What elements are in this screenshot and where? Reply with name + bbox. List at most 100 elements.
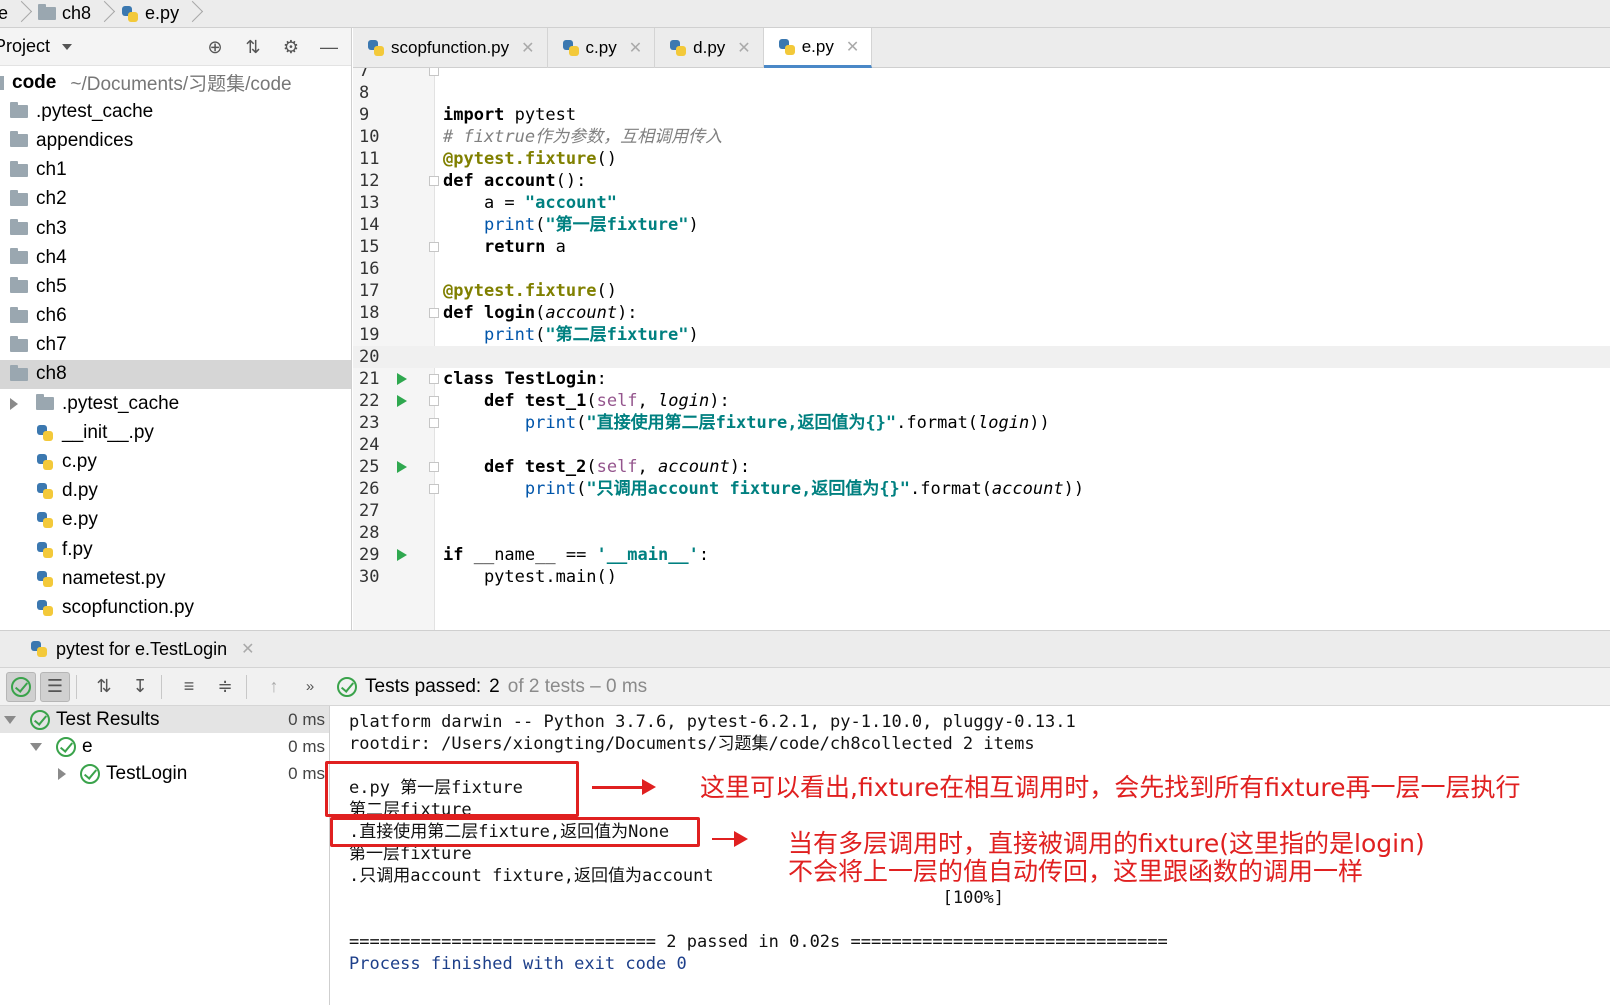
collapse-all-icon[interactable]: ⇅: [241, 36, 265, 58]
collapse-all-icon[interactable]: ≑: [210, 672, 240, 702]
tree-item-c-py[interactable]: c.py: [0, 447, 351, 476]
chevron-right-icon[interactable]: [58, 767, 66, 780]
project-view-selector[interactable]: Project: [0, 36, 50, 57]
close-icon[interactable]: ✕: [846, 37, 859, 57]
breadcrumb-item-ch8[interactable]: ch8: [32, 0, 97, 28]
run-gutter-icon[interactable]: [397, 373, 407, 385]
tree-item-init-py[interactable]: __init__.py: [0, 418, 351, 447]
code-line[interactable]: 24: [353, 434, 1610, 456]
run-gutter-icon[interactable]: [397, 395, 407, 407]
breadcrumb-item-e-py[interactable]: e.py: [115, 0, 185, 28]
tab-c-py[interactable]: c.py ✕: [548, 28, 656, 68]
code-line[interactable]: 29 if __name__ == '__main__':: [353, 544, 1610, 566]
chevron-right-icon[interactable]: [10, 397, 18, 410]
tree-item-ch1[interactable]: ch1: [0, 156, 351, 185]
code-line[interactable]: 17 @pytest.fixture(): [353, 280, 1610, 302]
code-line[interactable]: 11 @pytest.fixture(): [353, 148, 1610, 170]
hide-icon[interactable]: —: [317, 36, 341, 58]
previous-failed-icon[interactable]: ↑: [259, 672, 289, 702]
tab-scopfunction-py[interactable]: scopfunction.py ✕: [353, 28, 548, 68]
tree-item-nametest-py[interactable]: nametest.py: [0, 564, 351, 593]
code-line[interactable]: 28: [353, 522, 1610, 544]
tree-item-appendices[interactable]: appendices: [0, 126, 351, 155]
code-line[interactable]: 23 print("直接使用第二层fixture,返回值为{}".format(…: [353, 412, 1610, 434]
code-line[interactable]: 16: [353, 258, 1610, 280]
code-line[interactable]: 30 pytest.main(): [353, 566, 1610, 588]
fold-marker-icon[interactable]: [429, 308, 439, 318]
code-text: print("只调用account fixture,返回值为{}".format…: [524, 479, 1085, 499]
results-row-e[interactable]: e 0 ms: [0, 733, 329, 760]
code-line[interactable]: 18 def login(account):: [353, 302, 1610, 324]
fold-marker-icon[interactable]: [429, 176, 439, 186]
code-line[interactable]: 9 import pytest: [353, 104, 1610, 126]
annotation-note-2-line-2: 不会将上一层的值自动传回，这里跟函数的调用一样: [788, 857, 1364, 886]
tree-item-ch2[interactable]: ch2: [0, 185, 351, 214]
tree-item-ch6[interactable]: ch6: [0, 302, 351, 331]
fold-marker-icon[interactable]: [429, 68, 439, 76]
show-ignored-button[interactable]: ☰: [40, 671, 70, 702]
chevron-down-icon[interactable]: [4, 715, 16, 724]
close-icon[interactable]: ✕: [241, 639, 254, 659]
fold-marker-icon[interactable]: [429, 462, 439, 472]
code-editor[interactable]: 7 8 9 import pytest 10 # fixtrue作为参数，互相调用传入 11…: [353, 68, 1610, 630]
code-line[interactable]: 8: [353, 82, 1610, 104]
code-line[interactable]: 15 return a: [353, 236, 1610, 258]
code-line[interactable]: 14 print("第一层fixture"): [353, 214, 1610, 236]
tree-item-ch3[interactable]: ch3: [0, 214, 351, 243]
code-line[interactable]: 19 print("第二层fixture"): [353, 324, 1610, 346]
tab-d-py[interactable]: d.py ✕: [655, 28, 764, 68]
sort-alphabetically-icon[interactable]: ⇅: [89, 672, 119, 702]
code-line[interactable]: 21 class TestLogin:: [353, 368, 1610, 390]
tree-root-code[interactable]: code ~/Documents/习题集/code: [0, 68, 351, 97]
folder-icon: [0, 75, 4, 90]
results-row-root[interactable]: Test Results 0 ms: [0, 706, 329, 733]
expand-all-icon[interactable]: ≡: [174, 672, 204, 702]
tree-item-pytest-cache[interactable]: .pytest_cache: [0, 389, 351, 418]
sort-by-duration-icon[interactable]: ↧: [125, 672, 155, 702]
fold-marker-icon[interactable]: [429, 418, 439, 428]
chevron-down-icon[interactable]: [62, 43, 73, 50]
fold-marker-icon[interactable]: [429, 242, 439, 252]
tree-item-ch5[interactable]: ch5: [0, 272, 351, 301]
code-line[interactable]: 10 # fixtrue作为参数，互相调用传入: [353, 126, 1610, 148]
close-icon[interactable]: ✕: [521, 38, 534, 58]
tree-item-ch8[interactable]: ch8: [0, 359, 351, 390]
code-line[interactable]: 7: [353, 68, 1610, 82]
tree-item-pytest-cache[interactable]: .pytest_cache: [0, 97, 351, 126]
line-number: 21: [359, 369, 380, 389]
code-line[interactable]: 22 def test_1(self, login):: [353, 390, 1610, 412]
more-icon[interactable]: »: [295, 672, 325, 702]
close-icon[interactable]: ✕: [629, 38, 642, 58]
test-results-tree: Test Results 0 ms e 0 ms TestLogin 0 ms: [0, 706, 330, 1005]
fold-marker-icon[interactable]: [429, 374, 439, 384]
code-line[interactable]: 12 def account():: [353, 170, 1610, 192]
tree-item-f-py[interactable]: f.py: [0, 535, 351, 564]
gear-icon[interactable]: ⚙: [279, 36, 303, 58]
close-icon[interactable]: ✕: [737, 38, 750, 58]
code-line[interactable]: 25 def test_2(self, account):: [353, 456, 1610, 478]
tree-item-e-py[interactable]: e.py: [0, 506, 351, 535]
tree-item-d-py[interactable]: d.py: [0, 477, 351, 506]
run-tab[interactable]: pytest for e.TestLogin ✕: [0, 639, 255, 660]
locate-icon[interactable]: ⊕: [203, 36, 227, 58]
show-passed-button[interactable]: [6, 671, 36, 702]
tree-item-ch7[interactable]: ch7: [0, 331, 351, 360]
code-line[interactable]: 27: [353, 500, 1610, 522]
tree-item-scopfunction-py[interactable]: scopfunction.py: [0, 593, 351, 622]
chevron-down-icon[interactable]: [30, 742, 42, 751]
tree-item-label: appendices: [36, 129, 134, 151]
fold-marker-icon[interactable]: [429, 396, 439, 406]
results-row-testlogin[interactable]: TestLogin 0 ms: [0, 760, 329, 787]
console-line: Process finished with exit code 0: [349, 954, 687, 974]
code-line[interactable]: 20: [353, 346, 1610, 368]
annotation-arrow: [712, 831, 748, 847]
code-line[interactable]: 13 a = "account": [353, 192, 1610, 214]
code-line[interactable]: 26 print("只调用account fixture,返回值为{}".for…: [353, 478, 1610, 500]
run-gutter-icon[interactable]: [397, 549, 407, 561]
tree-item-ch4[interactable]: ch4: [0, 243, 351, 272]
run-panel-tabbar: pytest for e.TestLogin ✕: [0, 630, 1610, 668]
run-gutter-icon[interactable]: [397, 461, 407, 473]
fold-marker-icon[interactable]: [429, 484, 439, 494]
breadcrumb-item-e[interactable]: e: [0, 0, 14, 28]
tab-e-py[interactable]: e.py ✕: [763, 28, 873, 68]
